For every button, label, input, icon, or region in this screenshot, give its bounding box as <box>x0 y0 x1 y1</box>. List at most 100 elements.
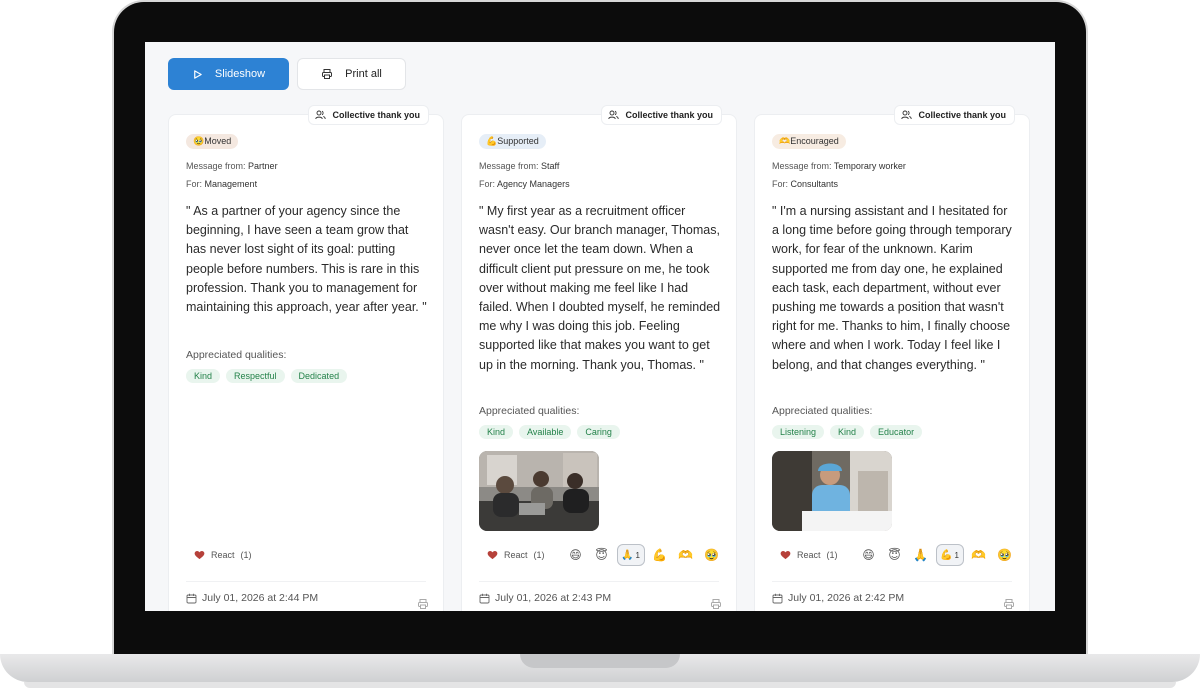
for-prefix: For: <box>479 179 496 189</box>
collective-label: Collective thank you <box>625 110 713 120</box>
print-card-button[interactable] <box>1003 598 1015 610</box>
reaction-bar: React (1) 😄 😇 🙏 1 💪 🫶 🥹 <box>479 544 723 566</box>
date-row: July 01, 2026 at 2:44 PM <box>186 592 318 604</box>
users-icon <box>608 110 620 120</box>
emoji-count: 1 <box>635 550 640 560</box>
thank-you-card: Collective thank you 💪Supported Message … <box>461 105 737 611</box>
react-button[interactable]: React (1) <box>772 544 846 566</box>
reaction-bar: React (1) 😄 😇 🙏 💪 1 🫶 🥹 <box>772 544 1016 566</box>
for-prefix: For: <box>772 179 789 189</box>
calendar-icon <box>186 593 197 604</box>
thank-you-card: Collective thank you 🥹Moved Message from… <box>168 105 444 611</box>
qualities-list: Kind Respectful Dedicated <box>186 369 348 383</box>
print-all-button[interactable]: Print all <box>297 58 406 90</box>
printer-icon <box>1003 598 1015 610</box>
laptop-notch <box>520 654 680 668</box>
mood-badge: 🥹Moved <box>186 134 239 149</box>
qualities-label: Appreciated qualities: <box>186 349 287 361</box>
emoji-angel-button[interactable]: 😇 <box>591 544 613 566</box>
attached-photo[interactable] <box>479 451 599 531</box>
from-prefix: Message from: <box>186 161 246 171</box>
message-from: Message from: Staff <box>479 161 559 171</box>
date-row: July 01, 2026 at 2:43 PM <box>479 592 611 604</box>
play-icon <box>192 69 203 80</box>
from-value: Temporary worker <box>833 161 906 171</box>
emoji-moved-button[interactable]: 🥹 <box>994 544 1016 566</box>
emoji-pray-button[interactable]: 🙏 <box>910 544 932 566</box>
print-card-button[interactable] <box>417 598 429 610</box>
heart-icon <box>780 550 791 560</box>
message-for: For: Consultants <box>772 179 838 189</box>
calendar-icon <box>772 593 783 604</box>
message-text: " I'm a nursing assistant and I hesitate… <box>772 204 1012 372</box>
for-value: Management <box>204 179 258 189</box>
from-value: Partner <box>248 161 278 171</box>
printer-icon <box>417 598 429 610</box>
message-for: For: Agency Managers <box>479 179 570 189</box>
card-divider <box>186 581 426 582</box>
emoji-moved-button[interactable]: 🥹 <box>701 544 723 566</box>
emoji-muscle-glyph: 💪 <box>940 549 953 561</box>
emoji-grin-button[interactable]: 😄 <box>858 544 880 566</box>
emoji-muscle-button[interactable]: 💪 1 <box>935 544 964 566</box>
quality-chip: Kind <box>830 425 865 439</box>
emoji-pray-button[interactable]: 🙏 1 <box>616 544 645 566</box>
emoji-muscle-button[interactable]: 💪 <box>649 544 671 566</box>
thank-you-card: Collective thank you 🫶Encouraged Message… <box>754 105 1030 611</box>
react-count: (1) <box>240 550 252 560</box>
from-value: Staff <box>541 161 560 171</box>
emoji-heart-hands-button[interactable]: 🫶 <box>968 544 990 566</box>
from-prefix: Message from: <box>479 161 539 171</box>
printer-icon <box>321 68 333 80</box>
slideshow-button[interactable]: Slideshow <box>168 58 289 90</box>
react-count: (1) <box>826 550 838 560</box>
date-row: July 01, 2026 at 2:42 PM <box>772 592 904 604</box>
message-from: Message from: Temporary worker <box>772 161 906 171</box>
react-count: (1) <box>533 550 545 560</box>
card-divider <box>479 581 719 582</box>
laptop-shadow <box>24 682 1176 688</box>
users-icon <box>901 110 913 120</box>
quality-chip: Listening <box>772 425 825 439</box>
qualities-list: Listening Kind Educator <box>772 425 923 439</box>
quality-chip: Available <box>519 425 572 439</box>
collective-badge: Collective thank you <box>894 105 1015 125</box>
emoji-grin-button[interactable]: 😄 <box>565 544 587 566</box>
calendar-icon <box>479 593 490 604</box>
quality-chip: Kind <box>479 425 514 439</box>
message-from: Message from: Partner <box>186 161 278 171</box>
message-for: For: Management <box>186 179 257 189</box>
users-icon <box>315 110 327 120</box>
react-label: React <box>211 550 235 560</box>
emoji-angel-button[interactable]: 😇 <box>884 544 906 566</box>
heart-icon <box>194 550 205 560</box>
collective-label: Collective thank you <box>332 110 420 120</box>
slideshow-label: Slideshow <box>214 68 266 80</box>
react-button[interactable]: React (1) <box>186 544 260 566</box>
qualities-label: Appreciated qualities: <box>772 405 873 417</box>
for-value: Consultants <box>790 179 839 189</box>
collective-badge: Collective thank you <box>308 105 429 125</box>
app-screen: Slideshow Print all Collective thank you… <box>145 42 1055 611</box>
mood-badge: 🫶Encouraged <box>772 134 846 149</box>
quality-chip: Dedicated <box>290 369 348 383</box>
print-all-label: Print all <box>345 68 382 80</box>
reaction-bar: React (1) <box>186 544 260 566</box>
react-button[interactable]: React (1) <box>479 544 553 566</box>
laptop-mockup: Slideshow Print all Collective thank you… <box>0 0 1200 689</box>
react-label: React <box>797 550 821 560</box>
attached-photo[interactable] <box>772 451 892 531</box>
for-value: Agency Managers <box>497 179 570 189</box>
date-text: July 01, 2026 at 2:42 PM <box>788 592 905 604</box>
date-text: July 01, 2026 at 2:44 PM <box>202 592 319 604</box>
quality-chip: Respectful <box>226 369 285 383</box>
emoji-pray-glyph: 🙏 <box>621 549 634 561</box>
message-text: " As a partner of your agency since the … <box>186 204 427 315</box>
from-prefix: Message from: <box>772 161 832 171</box>
qualities-label: Appreciated qualities: <box>479 405 580 417</box>
quality-chip: Kind <box>186 369 221 383</box>
message-text: " My first year as a recruitment officer… <box>479 204 721 372</box>
print-card-button[interactable] <box>710 598 722 610</box>
quality-chip: Caring <box>577 425 620 439</box>
emoji-heart-hands-button[interactable]: 🫶 <box>675 544 697 566</box>
